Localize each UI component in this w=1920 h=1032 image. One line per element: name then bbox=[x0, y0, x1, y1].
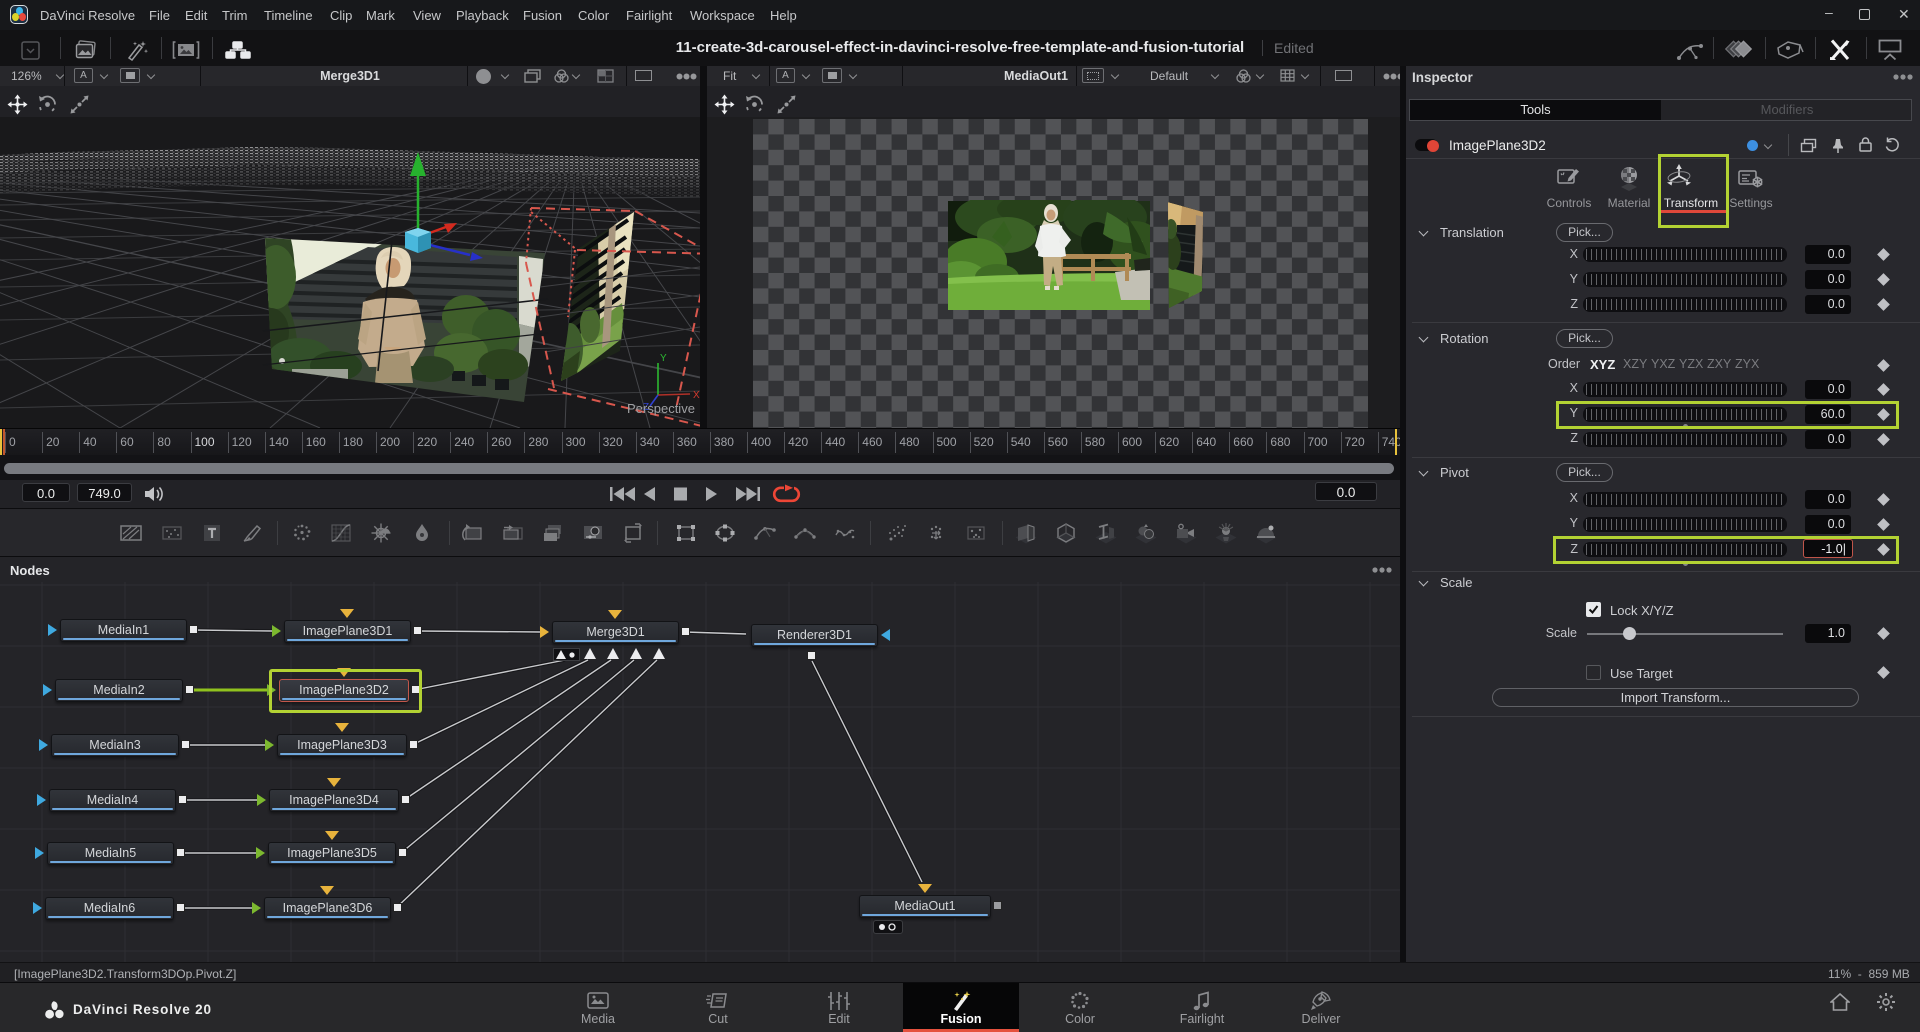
svg-text:X: X bbox=[693, 390, 700, 401]
svg-text:Y: Y bbox=[660, 353, 667, 364]
svg-text:Perspective: Perspective bbox=[627, 401, 695, 416]
